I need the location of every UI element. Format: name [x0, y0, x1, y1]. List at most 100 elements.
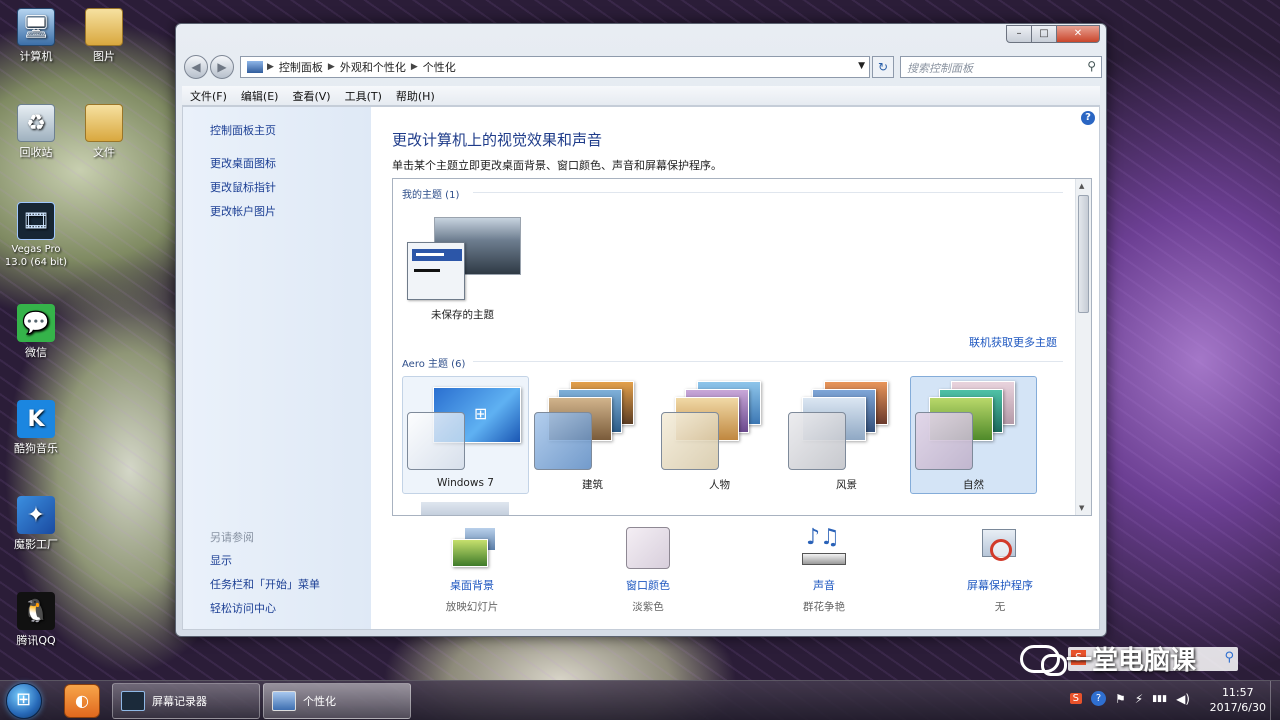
desktop-icon-qq[interactable]: 🐧 腾讯QQ — [6, 592, 66, 648]
magic-factory-icon: ✦ — [17, 496, 55, 534]
desktop-icon-label: 微信 — [25, 346, 47, 359]
address-bar[interactable]: ▶ 控制面板 ▶ 外观和个性化 ▶ 个性化 ▼ — [240, 56, 870, 78]
display-link[interactable]: 显示 — [210, 552, 232, 568]
taskbar-item-screen-recorder[interactable]: 屏幕记录器 — [112, 683, 260, 719]
action-center-flag-icon[interactable]: ⚑ — [1115, 692, 1126, 706]
kugou-icon: K — [17, 400, 55, 438]
forward-button[interactable]: ▶ — [210, 55, 234, 79]
qq-icon: 🐧 — [17, 592, 55, 630]
scroll-down-icon[interactable]: ▼ — [1079, 504, 1084, 512]
change-mouse-pointer-link[interactable]: 更改鼠标指针 — [210, 179, 276, 195]
desktop-icon-label: Vegas Pro 13.0 (64 bit) — [4, 244, 68, 268]
minimize-button[interactable]: – — [1006, 25, 1032, 43]
watermark-text: 一堂电脑课 — [1066, 646, 1197, 676]
help-icon[interactable]: ? — [1091, 691, 1107, 706]
desktop-background-link[interactable]: 桌面背景 — [412, 577, 532, 593]
menu-edit[interactable]: 编辑(E) — [241, 88, 279, 104]
sound-icon: ♪♫ — [800, 525, 848, 569]
breadcrumb-separator[interactable]: ▶ — [328, 62, 335, 72]
desktop-icon-recycle-bin[interactable]: ♻ 回收站 — [6, 104, 66, 160]
unsaved-theme-thumbnail[interactable] — [407, 217, 521, 303]
theme-tile-architecture[interactable]: 建筑 — [529, 376, 656, 494]
ease-of-access-link[interactable]: 轻松访问中心 — [210, 600, 276, 616]
network-signal-icon[interactable]: ▮▮▮ — [1152, 694, 1167, 704]
unsaved-theme-label[interactable]: 未保存的主题 — [431, 307, 494, 322]
search-input[interactable]: 搜索控制面板 ⚲ — [900, 56, 1102, 78]
glass-preview — [915, 412, 973, 470]
breadcrumb-separator[interactable]: ▶ — [411, 62, 418, 72]
next-theme-thumbnail[interactable] — [421, 502, 509, 515]
desktop-icon-vegas[interactable]: 🎞 Vegas Pro 13.0 (64 bit) — [4, 202, 68, 268]
desktop-background-setting[interactable]: 桌面背景 放映幻灯片 — [412, 527, 532, 614]
search-icon[interactable]: ⚲ — [1224, 650, 1234, 665]
change-desktop-icons-link[interactable]: 更改桌面图标 — [210, 155, 276, 171]
breadcrumb-control-panel[interactable]: 控制面板 — [279, 59, 323, 75]
breadcrumb-personalization[interactable]: 个性化 — [423, 59, 456, 75]
theme-list-scrollbar[interactable]: ▲ ▼ — [1075, 179, 1091, 515]
taskbar-item-label: 屏幕记录器 — [152, 695, 207, 708]
desktop-icon-label: 回收站 — [19, 146, 53, 159]
glass-preview — [661, 412, 719, 470]
theme-label-nature: 自然 — [963, 479, 984, 491]
page-description: 单击某个主题立即更改桌面背景、窗口颜色、声音和屏幕保护程序。 — [392, 159, 722, 172]
theme-label-characters: 人物 — [709, 479, 730, 491]
volume-icon[interactable]: ◀) — [1176, 692, 1190, 706]
menu-file[interactable]: 文件(F) — [190, 88, 227, 104]
desktop-icon-pictures[interactable]: 图片 — [74, 8, 134, 64]
sound-link[interactable]: 声音 — [764, 577, 884, 593]
taskbar-start-menu-link[interactable]: 任务栏和「开始」菜单 — [210, 576, 320, 592]
desktop-icon-label: 酷狗音乐 — [14, 442, 58, 455]
help-icon[interactable]: ? — [1081, 111, 1095, 125]
desktop-icon-files[interactable]: 文件 — [74, 104, 134, 160]
sound-setting[interactable]: ♪♫ 声音 群花争艳 — [764, 525, 884, 614]
control-panel-home-link[interactable]: 控制面板主页 — [210, 122, 276, 138]
desktop-background-value: 放映幻灯片 — [445, 601, 499, 613]
desktop-icon-label: 文件 — [93, 146, 115, 159]
divider — [473, 192, 1063, 193]
personalization-icon — [272, 691, 296, 711]
video-watermark: 一堂电脑课 — [1020, 640, 1196, 677]
search-icon[interactable]: ⚲ — [1087, 59, 1096, 73]
my-themes-heading: 我的主题 (1) — [402, 190, 460, 201]
scrollbar-thumb[interactable] — [1078, 195, 1089, 313]
theme-tile-nature[interactable]: 自然 — [910, 376, 1037, 494]
clock[interactable]: 11:57 2017/6/30 — [1210, 685, 1266, 715]
window-color-icon — [624, 527, 672, 569]
screen-saver-link[interactable]: 屏幕保护程序 — [940, 577, 1060, 593]
desktop-icon-kugou[interactable]: K 酷狗音乐 — [6, 400, 66, 456]
search-placeholder: 搜索控制面板 — [907, 62, 973, 75]
close-button[interactable]: ✕ — [1056, 25, 1100, 43]
desktop-icon-computer[interactable]: 🖥 计算机 — [6, 8, 66, 64]
ime-icon[interactable]: S — [1069, 693, 1083, 704]
get-more-themes-online-link[interactable]: 联机获取更多主题 — [969, 334, 1057, 350]
menu-view[interactable]: 查看(V) — [292, 88, 330, 104]
theme-tile-characters[interactable]: 人物 — [656, 376, 783, 494]
window-color-setting[interactable]: 窗口颜色 淡紫色 — [588, 527, 708, 614]
maximize-button[interactable]: □ — [1031, 25, 1057, 43]
right-pane: ? 更改计算机上的视觉效果和声音 单击某个主题立即更改桌面背景、窗口颜色、声音和… — [371, 107, 1099, 629]
pinned-app-icon[interactable]: ◐ — [64, 684, 100, 718]
breadcrumb-appearance[interactable]: 外观和个性化 — [340, 59, 406, 75]
vegas-icon: 🎞 — [17, 202, 55, 240]
theme-label-architecture: 建筑 — [582, 479, 603, 491]
power-icon[interactable]: ⚡ — [1135, 692, 1143, 706]
address-dropdown-icon[interactable]: ▼ — [858, 61, 865, 71]
desktop-icon-magic-factory[interactable]: ✦ 魔影工厂 — [6, 496, 66, 552]
window-color-link[interactable]: 窗口颜色 — [588, 577, 708, 593]
change-account-picture-link[interactable]: 更改帐户图片 — [210, 203, 276, 219]
menu-help[interactable]: 帮助(H) — [396, 88, 435, 104]
refresh-button[interactable]: ↻ — [872, 56, 894, 78]
desktop-icon-wechat[interactable]: 💬 微信 — [6, 304, 66, 360]
taskbar-item-personalization[interactable]: 个性化 — [263, 683, 411, 719]
menu-tools[interactable]: 工具(T) — [345, 88, 382, 104]
start-button[interactable] — [6, 683, 42, 719]
unsaved-theme-window-preview — [407, 242, 465, 300]
screen-saver-setting[interactable]: 屏幕保护程序 无 — [940, 527, 1060, 614]
clock-time: 11:57 — [1221, 686, 1254, 699]
scroll-up-icon[interactable]: ▲ — [1079, 182, 1084, 190]
back-button[interactable]: ◀ — [184, 55, 208, 79]
desktop-icon-label: 腾讯QQ — [16, 634, 56, 647]
theme-tile-landscapes[interactable]: 风景 — [783, 376, 910, 494]
theme-tile-windows-7[interactable]: ⊞ Windows 7 — [402, 376, 529, 494]
show-desktop-button[interactable] — [1270, 681, 1280, 720]
